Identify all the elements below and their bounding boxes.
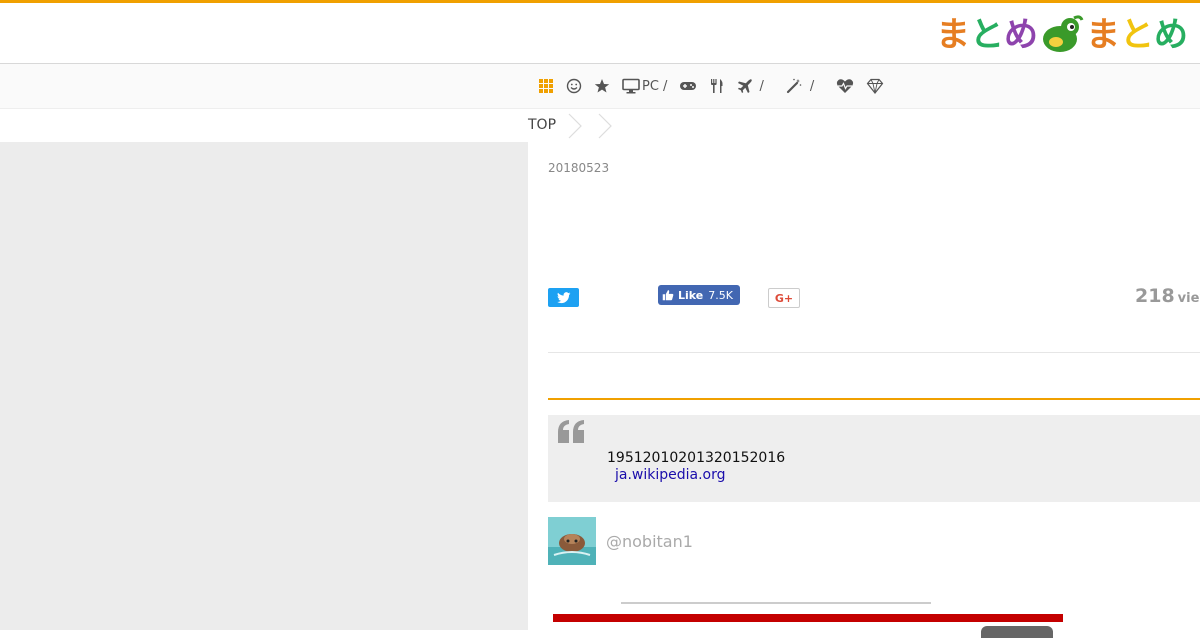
nav-item-favorites[interactable] [594,76,610,96]
google-plus-share-button[interactable]: G+ [768,288,800,308]
article-date: 20180523 [548,161,610,175]
quote-source-link[interactable]: ja.wikipedia.org [615,467,726,483]
twitter-bird-icon [556,291,570,303]
user-avatar-image [548,517,596,565]
nav-item-label: / [759,78,764,94]
logo-char: と [1120,15,1154,55]
nav-item-beauty[interactable] [866,76,884,96]
twitter-share-button[interactable] [548,288,579,307]
breadcrumb-top-link[interactable]: TOP [528,117,556,133]
heartbeat-icon [837,79,854,93]
nav-item-games[interactable] [679,76,697,96]
quote-icon [558,420,584,443]
embed-shadow [621,602,931,604]
nav-item-entertainment[interactable] [566,76,582,96]
blockquote: 19512010201320152016 ja.wikipedia.org [548,415,1200,502]
nav-item-gourmet[interactable] [709,76,725,96]
left-sidebar [0,142,528,630]
mascot-icon [1043,15,1084,52]
fork-knife-icon [711,79,724,93]
article-main: 20180523 Like 7.5K G+ 218view 1951201020… [528,142,1200,642]
star-icon [594,79,610,93]
logo-char: ま [1086,15,1120,55]
grid-icon [539,79,553,93]
airplane-icon [738,79,753,93]
divider [548,352,1200,353]
nav-item-health[interactable] [836,76,854,96]
section-heading-rule [548,398,1200,400]
logo-char: と [970,15,1004,55]
gem-icon [866,78,884,94]
site-logo[interactable]: ま と め ま と め [936,13,1188,57]
nav-item-label: PC / [642,78,668,94]
thumbs-up-icon [662,290,674,301]
site-header: ま と め ま と め [0,3,1200,64]
gamepad-icon [680,82,697,90]
facebook-like-button[interactable]: Like 7.5K [658,285,740,305]
chevron-right-icon [598,113,612,139]
nav-item-travel[interactable]: / [737,76,764,96]
category-nav: PC / / / [0,64,1200,108]
embedded-media-preview[interactable] [553,602,1063,642]
nav-item-pc[interactable]: PC / [622,76,667,96]
logo-char: ま [936,15,970,55]
embed-red-bar [553,614,1063,622]
view-unit: view [1177,291,1200,306]
breadcrumb: TOP [0,108,1200,143]
nav-item-hobby[interactable]: / [786,76,814,96]
chevron-right-icon [568,113,582,139]
smile-icon [566,78,582,94]
embed-button [981,626,1053,638]
quote-text: 19512010201320152016 [607,450,786,466]
magic-wand-icon [786,78,802,94]
view-count: 218 [1135,285,1175,307]
avatar[interactable] [548,517,596,565]
nav-item-all[interactable] [538,76,554,96]
monitor-icon [622,78,640,94]
view-counter: 218view [1135,285,1200,307]
nav-item-label: / [809,78,815,94]
logo-char: め [1154,15,1188,55]
user-handle[interactable]: @nobitan1 [606,532,693,551]
facebook-like-count: 7.5K [708,288,733,302]
user-card: @nobitan1 [548,517,693,565]
logo-char: め [1004,15,1038,55]
facebook-like-label: Like [678,288,704,302]
